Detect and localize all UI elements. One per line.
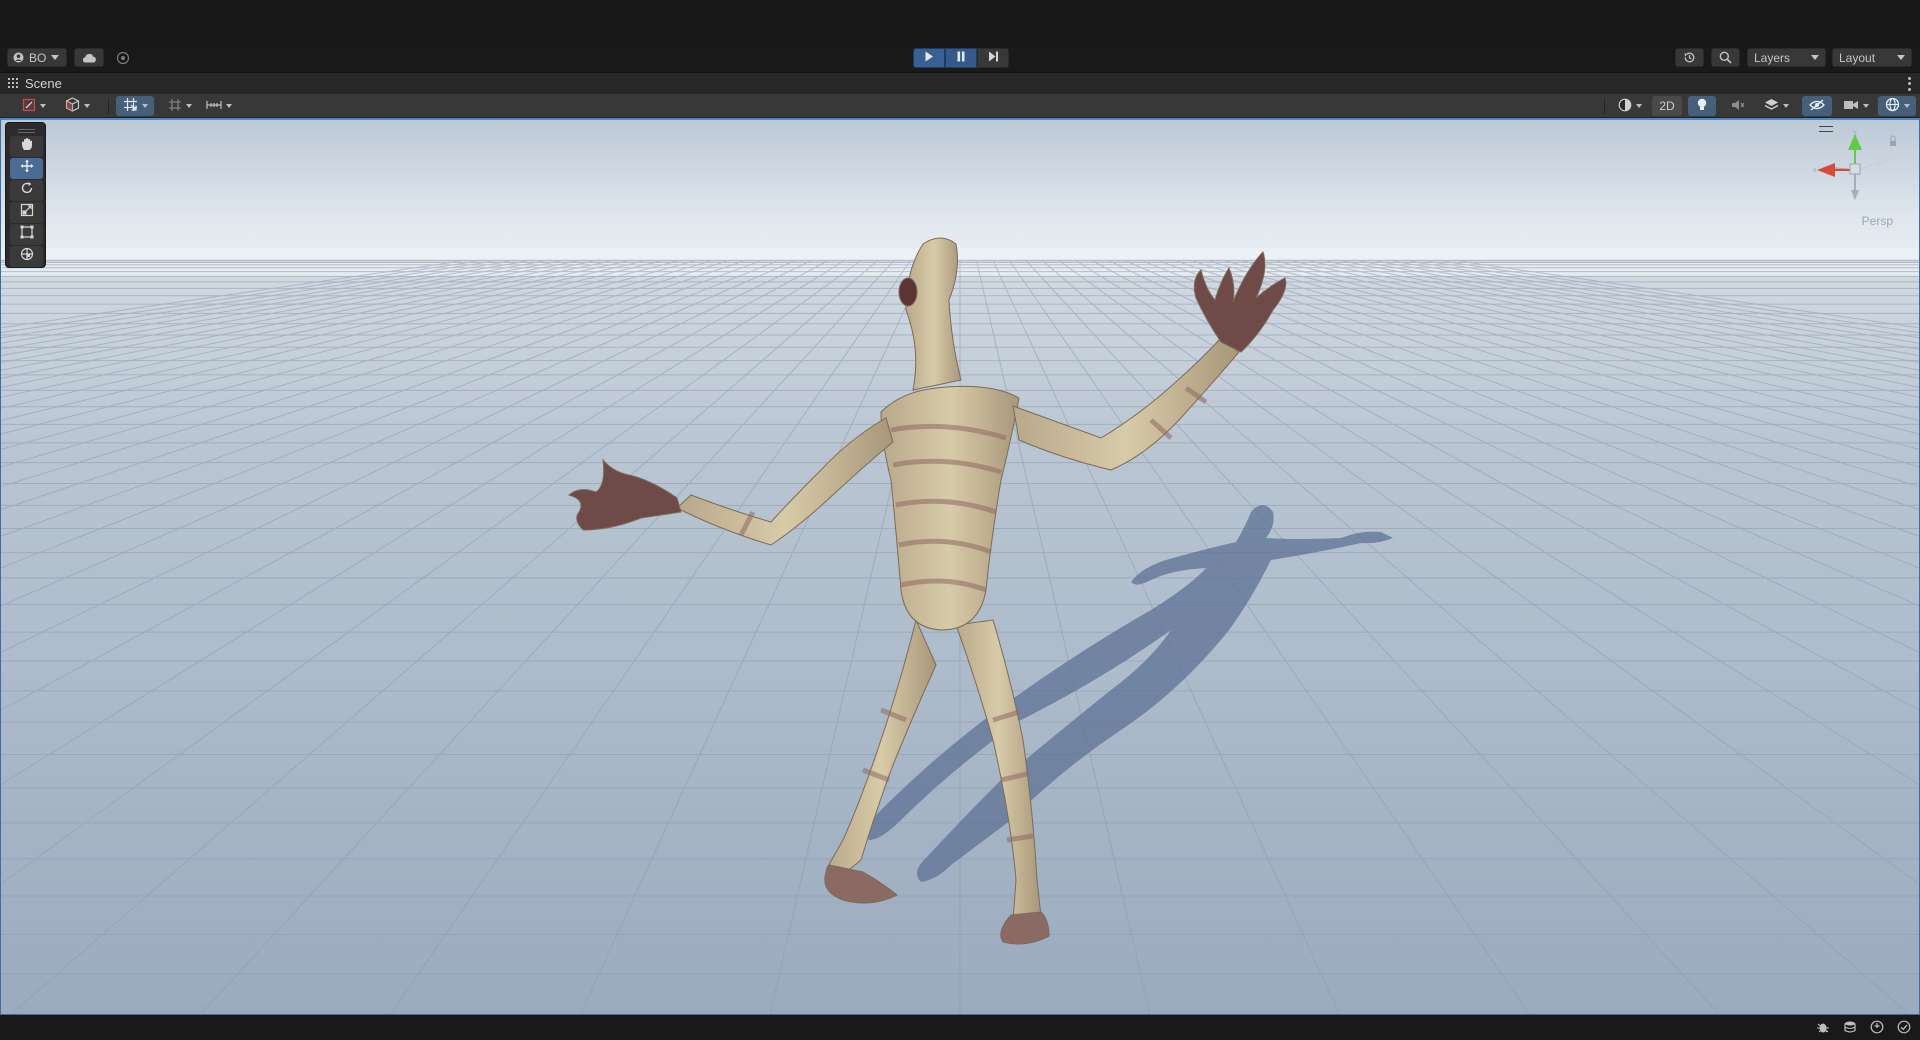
unity-editor: BO Layers Layout Scene 2D y x Persp (0, 0, 1920, 1040)
svg-text:y: y (1853, 129, 1857, 136)
database-icon[interactable] (1842, 1019, 1858, 1035)
cube-icon (65, 97, 80, 115)
account-icon (13, 52, 24, 63)
hand-icon (20, 137, 34, 156)
draw-mode-dropdown[interactable] (58, 96, 96, 116)
grid-snap-icon (123, 97, 138, 115)
chevron-down-icon (226, 104, 232, 108)
collab-button[interactable] (110, 48, 136, 67)
chevron-down-icon (51, 55, 60, 60)
chevron-down-icon (83, 104, 90, 108)
shield-icon[interactable] (1869, 1019, 1885, 1035)
chevron-down-icon (1782, 104, 1789, 108)
chevron-down-icon (1811, 55, 1819, 60)
rotate-icon (20, 181, 34, 200)
cloud-services-button[interactable] (74, 48, 104, 67)
shading-sphere-icon (1618, 98, 1632, 115)
overlay-grip[interactable] (10, 126, 43, 136)
rect-tool-button[interactable] (10, 224, 43, 245)
history-icon (1683, 51, 1696, 64)
layers-label: Layers (1754, 50, 1791, 65)
pause-icon (956, 49, 966, 67)
light-bulb-icon (1696, 98, 1708, 115)
cloud-icon (81, 53, 97, 63)
view-2d-toggle[interactable]: 2D (1652, 96, 1682, 116)
camera-settings-dropdown[interactable] (1838, 96, 1874, 116)
chevron-down-icon (1863, 104, 1869, 108)
scene-visibility-toggle[interactable] (1802, 96, 1832, 116)
camera-icon (1843, 99, 1859, 114)
play-icon (924, 49, 934, 67)
playmode-controls (913, 48, 1009, 68)
collab-icon (116, 51, 130, 65)
play-button[interactable] (913, 48, 945, 68)
chevron-down-icon (1897, 55, 1905, 60)
account-dropdown[interactable]: BO (7, 48, 67, 67)
view-2d-label: 2D (1659, 99, 1675, 113)
search-button[interactable] (1711, 48, 1740, 67)
move-arrows-icon (20, 159, 34, 178)
hand-tool-button[interactable] (10, 136, 43, 157)
scene-viewport[interactable]: y x Persp (0, 118, 1920, 1015)
snap-increment-icon (168, 98, 182, 115)
bug-icon[interactable] (1815, 1019, 1831, 1035)
chevron-down-icon (1636, 104, 1642, 108)
effects-layers-icon (1764, 98, 1779, 115)
checkmark-icon[interactable] (1896, 1019, 1912, 1035)
audio-toggle[interactable] (1724, 96, 1752, 116)
more-options-icon[interactable] (1906, 76, 1912, 92)
projection-label[interactable]: Persp (1862, 214, 1893, 228)
account-label: BO (29, 50, 47, 65)
undo-history-button[interactable] (1675, 48, 1704, 67)
step-button[interactable] (977, 48, 1009, 68)
main-toolbar: BO Layers Layout (0, 43, 1920, 72)
search-icon (1719, 51, 1732, 64)
orientation-gizmo[interactable]: y x (1811, 128, 1901, 208)
scene-window-header: Scene (0, 72, 1920, 94)
rect-transform-icon (20, 225, 34, 244)
scale-icon (20, 203, 34, 222)
scene-tab-label: Scene (25, 76, 62, 91)
layers-dropdown[interactable]: Layers (1747, 48, 1826, 67)
svg-text:x: x (1813, 167, 1817, 174)
snap-settings-dropdown[interactable] (202, 96, 236, 116)
rotate-tool-button[interactable] (10, 180, 43, 201)
tools-overlay (5, 122, 46, 268)
incremental-snap-dropdown[interactable] (162, 96, 198, 116)
scene-grid-icon (8, 76, 18, 91)
status-bar (0, 1015, 1920, 1040)
chevron-down-icon (40, 104, 46, 108)
pause-button[interactable] (945, 48, 977, 68)
chevron-down-icon (186, 104, 192, 108)
chevron-down-icon (141, 104, 148, 108)
move-tool-button[interactable] (10, 158, 43, 179)
eye-hidden-icon (1809, 98, 1825, 114)
shading-mode-dropdown[interactable] (1612, 96, 1648, 116)
audio-mute-icon (1731, 99, 1745, 114)
pivot-icon (22, 98, 36, 115)
layout-label: Layout (1839, 50, 1876, 65)
scale-tool-button[interactable] (10, 202, 43, 223)
effects-dropdown[interactable] (1758, 96, 1794, 116)
chevron-down-icon (1903, 104, 1910, 108)
transform-icon (20, 247, 34, 266)
step-icon (988, 49, 999, 67)
gizmo-globe-icon (1885, 97, 1900, 115)
tool-handle-dropdown[interactable] (16, 96, 52, 116)
lighting-toggle[interactable] (1688, 96, 1716, 116)
scene-render (1, 120, 1919, 1014)
layout-dropdown[interactable]: Layout (1832, 48, 1912, 67)
transform-tool-button[interactable] (10, 246, 43, 267)
gizmos-dropdown[interactable] (1878, 96, 1916, 116)
ruler-icon (206, 99, 222, 114)
window-title-bar (0, 0, 1920, 43)
tab-scene[interactable]: Scene (0, 73, 72, 94)
scene-view-toolbar: 2D (0, 94, 1920, 118)
grid-snapping-toggle[interactable] (116, 96, 154, 116)
